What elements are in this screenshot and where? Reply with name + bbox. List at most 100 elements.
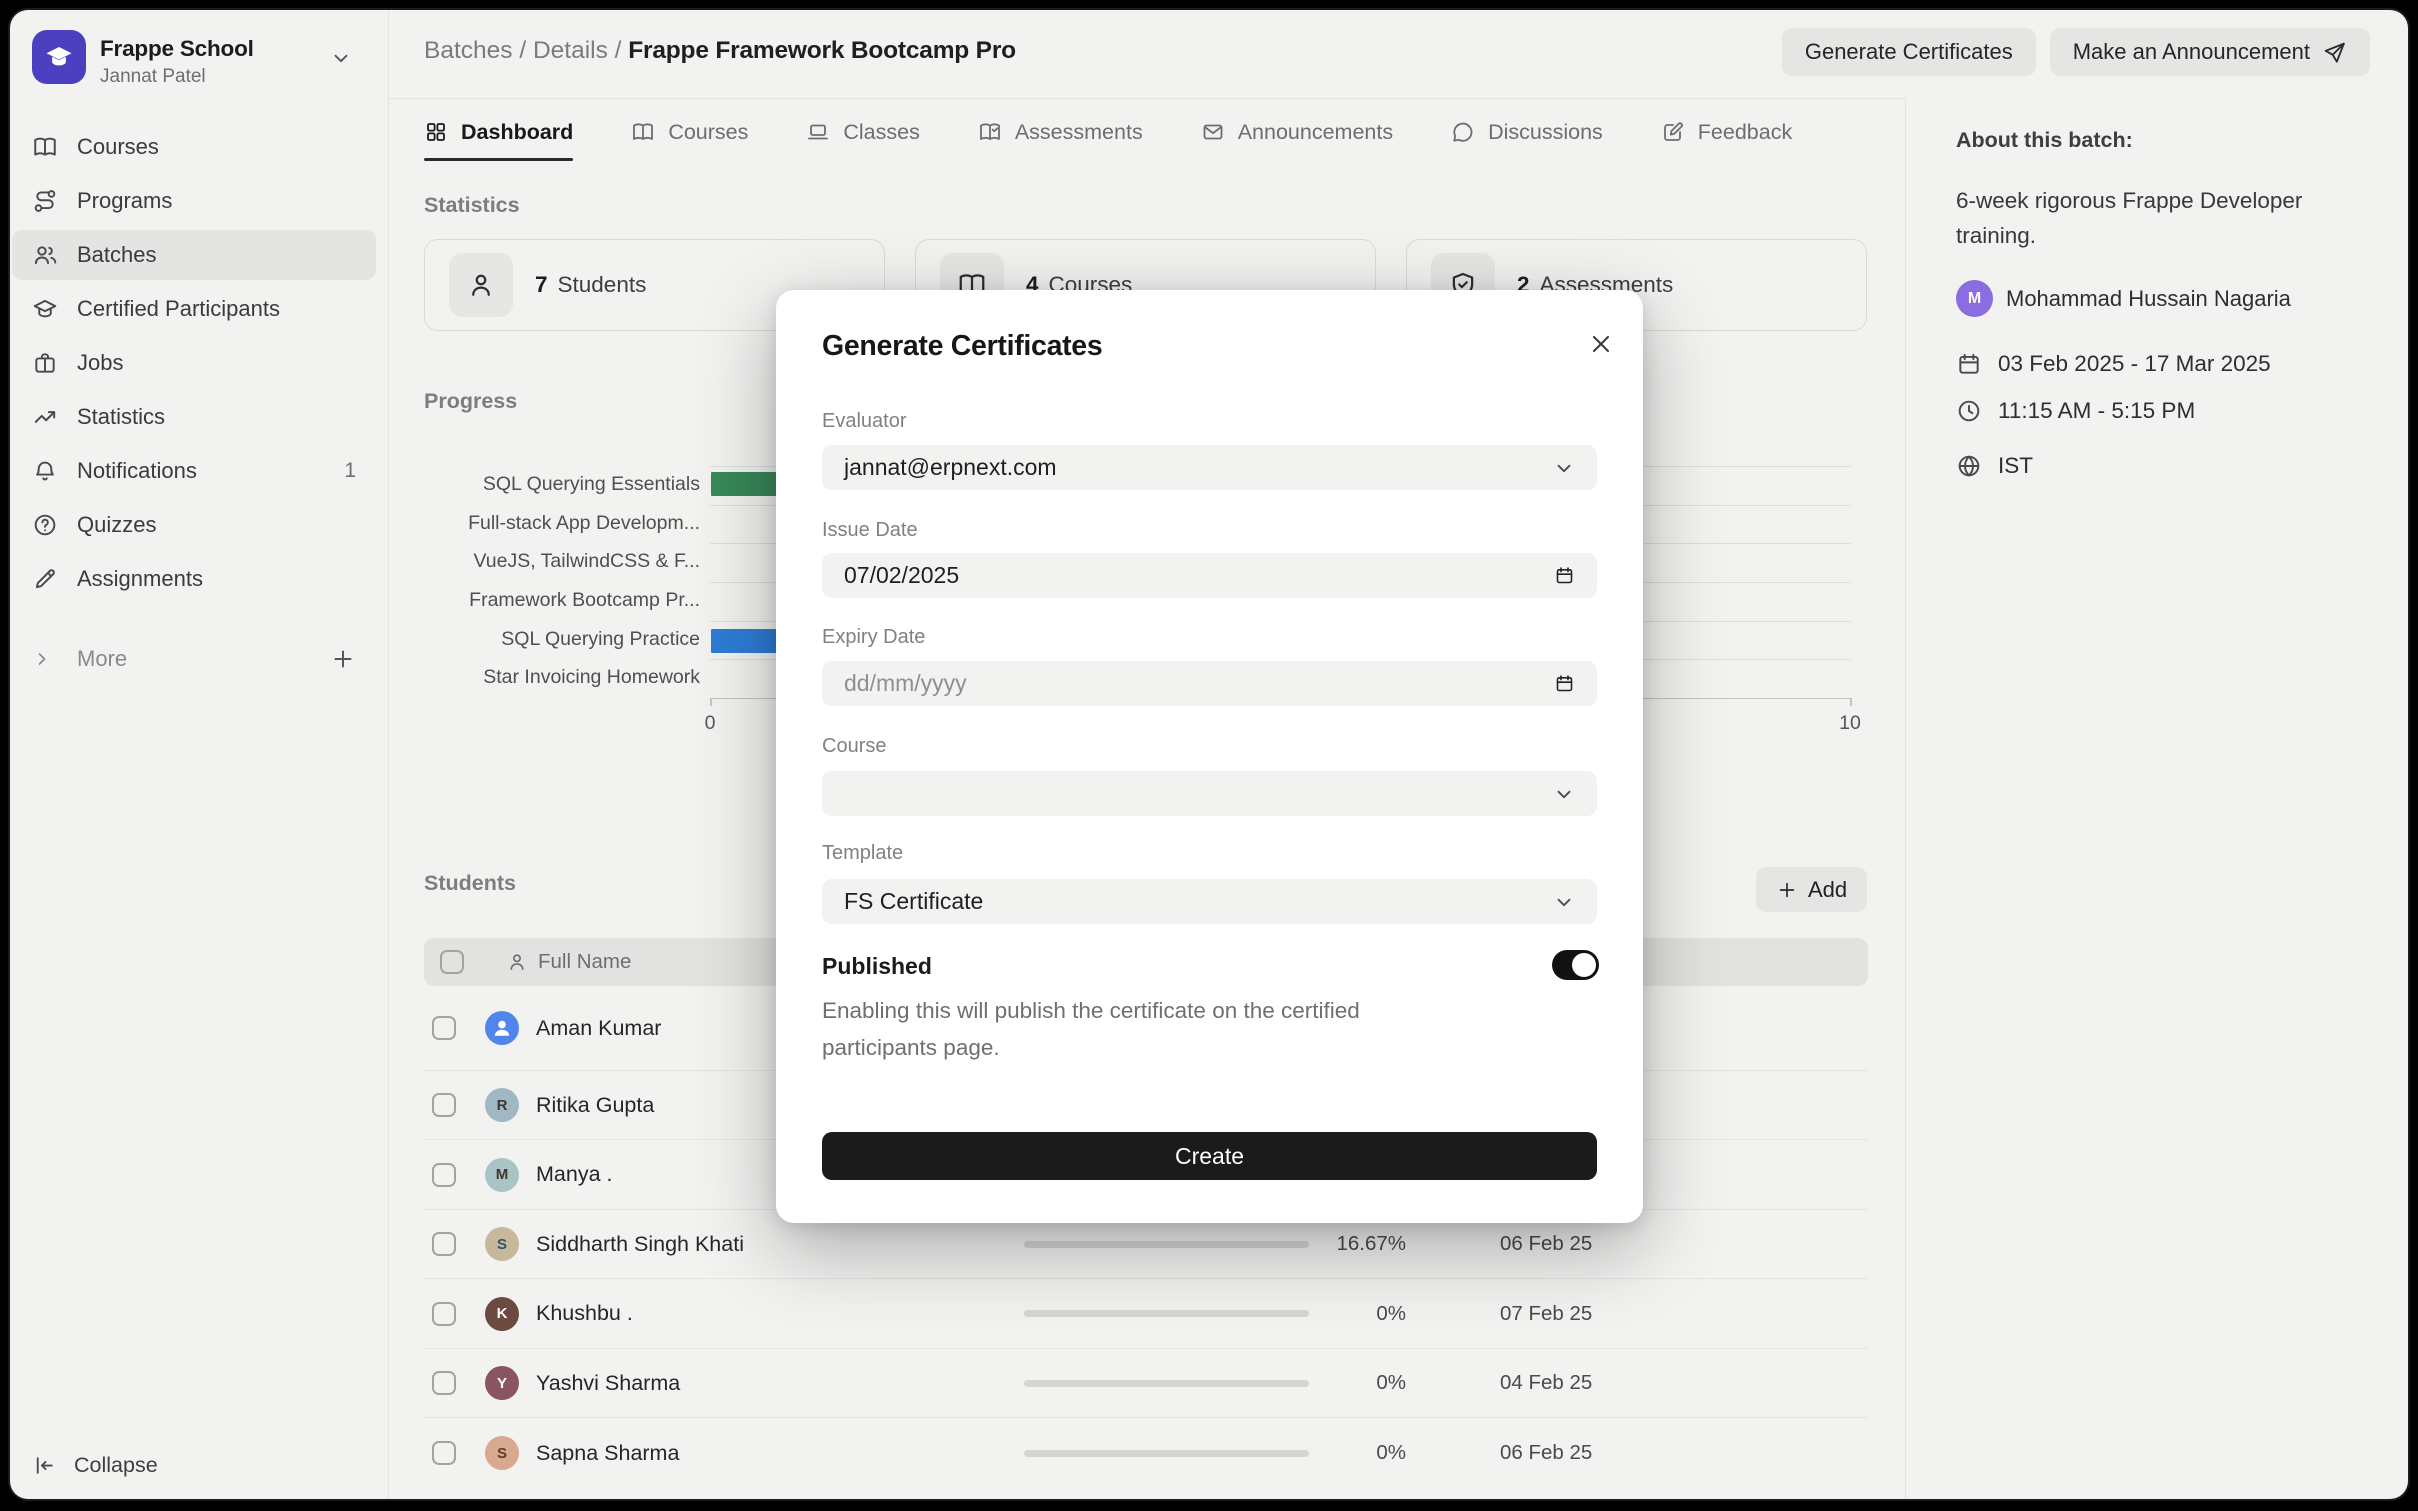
row-checkbox[interactable] <box>432 1371 456 1395</box>
tab-feedback[interactable]: Feedback <box>1661 99 1792 165</box>
expiry-date-input[interactable]: dd/mm/yyyy <box>822 661 1597 706</box>
chevron-right-icon <box>32 649 52 669</box>
tab-label: Announcements <box>1238 120 1393 145</box>
sidebar-item-jobs[interactable]: Jobs <box>12 338 376 388</box>
chart-tick-label-10: 10 <box>1820 712 1880 735</box>
template-label: Template <box>822 842 903 865</box>
template-select[interactable]: FS Certificate <box>822 879 1597 924</box>
sidebar-item-assignments[interactable]: Assignments <box>12 554 376 604</box>
progress-percent: 0% <box>1306 1302 1406 1326</box>
row-checkbox[interactable] <box>432 1093 456 1117</box>
sidebar-more[interactable]: More <box>12 634 376 684</box>
sidebar: Frappe School Jannat Patel Courses Progr… <box>10 10 389 1499</box>
tab-discussions[interactable]: Discussions <box>1451 99 1603 165</box>
course-select[interactable] <box>822 771 1597 816</box>
breadcrumb: Batches / Details / Frappe Framework Boo… <box>424 37 1016 65</box>
tab-dashboard[interactable]: Dashboard <box>424 99 573 165</box>
tab-assessments[interactable]: Assessments <box>978 99 1143 165</box>
published-label: Published <box>822 953 932 980</box>
sidebar-item-certified-participants[interactable]: Certified Participants <box>12 284 376 334</box>
table-row-sapna-sharma[interactable]: S Sapna Sharma 0% 06 Feb 25 <box>424 1418 1868 1488</box>
square-pen-icon <box>1661 120 1685 144</box>
create-button[interactable]: Create <box>822 1132 1597 1180</box>
chevron-down-icon[interactable] <box>330 47 352 69</box>
calendar-icon[interactable] <box>1554 673 1575 694</box>
mail-icon <box>1201 120 1225 144</box>
chevron-down-icon <box>1553 891 1575 913</box>
sidebar-item-label: Courses <box>77 134 159 160</box>
make-announcement-label: Make an Announcement <box>2073 39 2310 65</box>
trending-up-icon <box>32 404 58 430</box>
row-checkbox[interactable] <box>432 1441 456 1465</box>
about-batch-title: About this batch: <box>1956 128 2133 153</box>
progress-track <box>1024 1450 1309 1457</box>
dialog-title: Generate Certificates <box>822 330 1102 363</box>
generate-certificates-button[interactable]: Generate Certificates <box>1782 28 2036 76</box>
generate-certificates-label: Generate Certificates <box>1805 39 2013 65</box>
avatar: Y <box>485 1366 519 1400</box>
statistics-section-title: Statistics <box>424 193 520 218</box>
message-circle-icon <box>1451 120 1475 144</box>
evaluator-select[interactable]: jannat@erpnext.com <box>822 445 1597 490</box>
student-name: Ritika Gupta <box>536 1093 654 1118</box>
student-name: Siddharth Singh Khati <box>536 1232 744 1257</box>
graduation-cap-icon <box>32 296 58 322</box>
calendar-icon[interactable] <box>1554 565 1575 586</box>
course-label: Course <box>822 735 886 758</box>
add-button-label: Add <box>1808 877 1847 903</box>
student-name: Khushbu . <box>536 1301 633 1326</box>
students-section-title: Students <box>424 871 516 896</box>
published-toggle[interactable] <box>1552 950 1599 980</box>
sidebar-item-courses[interactable]: Courses <box>12 122 376 172</box>
screenshot-stage: Frappe School Jannat Patel Courses Progr… <box>0 0 2418 1511</box>
toggle-knob <box>1572 953 1596 977</box>
school-name: Frappe School <box>100 36 254 62</box>
sidebar-item-notifications[interactable]: Notifications 1 <box>12 446 376 496</box>
chevron-down-icon <box>1553 783 1575 805</box>
evaluator-value: jannat@erpnext.com <box>844 454 1057 481</box>
progress-track <box>1024 1380 1309 1387</box>
breadcrumb-prefix[interactable]: Batches / Details / <box>424 37 628 64</box>
row-checkbox[interactable] <box>432 1302 456 1326</box>
book-check-icon <box>978 120 1002 144</box>
avatar <box>485 1011 519 1045</box>
sidebar-item-quizzes[interactable]: Quizzes <box>12 500 376 550</box>
sidebar-collapse-button[interactable]: Collapse <box>32 1441 158 1489</box>
row-checkbox[interactable] <box>432 1232 456 1256</box>
row-checkbox[interactable] <box>432 1163 456 1187</box>
student-name: Sapna Sharma <box>536 1441 679 1466</box>
table-row-yashvi-sharma[interactable]: Y Yashvi Sharma 0% 04 Feb 25 <box>424 1349 1868 1418</box>
generate-certificates-dialog: Generate Certificates Evaluator jannat@e… <box>776 290 1643 1223</box>
about-batch-description: 6-week rigorous Frappe Developer trainin… <box>1956 183 2366 253</box>
row-checkbox[interactable] <box>432 1016 456 1040</box>
evaluator-label: Evaluator <box>822 410 907 433</box>
chart-category-label: VueJS, TailwindCSS & F... <box>380 550 700 573</box>
sidebar-item-statistics[interactable]: Statistics <box>12 392 376 442</box>
table-row-khushbu[interactable]: K Khushbu . 0% 07 Feb 25 <box>424 1279 1868 1349</box>
sidebar-item-label: Notifications <box>77 458 197 484</box>
sidebar-item-label: Assignments <box>77 566 203 592</box>
breadcrumb-current: Frappe Framework Bootcamp Pro <box>628 37 1016 64</box>
close-icon[interactable] <box>1587 330 1615 358</box>
tab-announcements[interactable]: Announcements <box>1201 99 1393 165</box>
instructor-row[interactable]: M Mohammad Hussain Nagaria <box>1956 280 2291 317</box>
make-announcement-button[interactable]: Make an Announcement <box>2050 28 2370 76</box>
published-help-text: Enabling this will publish the certifica… <box>822 992 1462 1066</box>
issue-date-input[interactable]: 07/02/2025 <box>822 553 1597 598</box>
tab-classes[interactable]: Classes <box>806 99 919 165</box>
plus-icon <box>1776 879 1798 901</box>
sidebar-item-batches[interactable]: Batches <box>12 230 376 280</box>
plus-icon[interactable] <box>330 646 356 672</box>
tab-courses[interactable]: Courses <box>631 99 748 165</box>
select-all-checkbox[interactable] <box>440 950 464 974</box>
add-student-button[interactable]: Add <box>1756 867 1867 912</box>
sidebar-nav: Courses Programs Batches Certified Parti… <box>12 122 376 608</box>
batch-time-row: 11:15 AM - 5:15 PM <box>1956 398 2195 424</box>
joined-date: 07 Feb 25 <box>1500 1302 1592 1326</box>
instructor-name: Mohammad Hussain Nagaria <box>2006 286 2291 312</box>
frappe-school-logo[interactable] <box>32 30 86 84</box>
sidebar-item-programs[interactable]: Programs <box>12 176 376 226</box>
avatar: S <box>485 1227 519 1261</box>
right-panel-divider <box>1905 98 1906 1499</box>
batch-dates-row: 03 Feb 2025 - 17 Mar 2025 <box>1956 351 2271 377</box>
